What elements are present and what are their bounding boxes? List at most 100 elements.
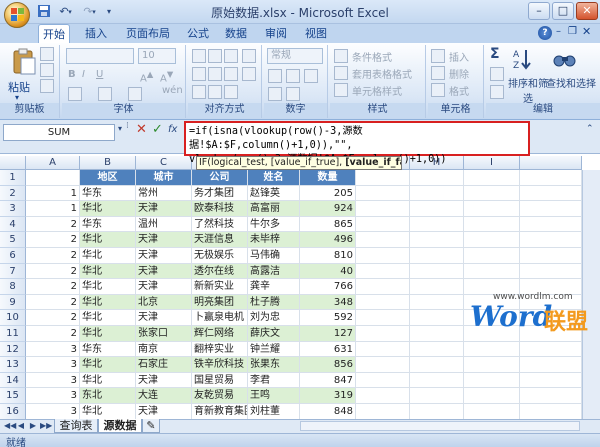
grid-cell[interactable]: 王鸣 [248, 388, 300, 404]
conditional-format-button[interactable]: 条件格式 [352, 49, 392, 64]
grid-cell[interactable]: 温州 [136, 216, 192, 233]
grid-cell[interactable] [356, 357, 410, 373]
grid-cell[interactable] [410, 248, 464, 264]
ribbon-close-icon[interactable]: ✕ [582, 25, 591, 38]
table-header-cell[interactable]: 公司 [192, 170, 248, 186]
grid-cell[interactable]: 40 [300, 263, 356, 280]
tab-data[interactable]: 数据 [222, 24, 250, 43]
grid-cell[interactable]: 未毕梓 [248, 232, 300, 248]
row-header[interactable]: 10 [0, 310, 26, 326]
border-icon[interactable] [68, 87, 82, 101]
grid-cell[interactable]: 2 [26, 248, 80, 264]
redo-dropdown-icon[interactable]: ▾ [90, 4, 98, 20]
grid-cell[interactable] [410, 388, 464, 404]
grid-cell[interactable]: 华北 [80, 201, 136, 217]
font-color-icon[interactable] [128, 87, 142, 101]
row-header[interactable]: 12 [0, 341, 26, 358]
grid-cell[interactable]: 新新实业 [192, 279, 248, 295]
decrease-indent-icon[interactable] [192, 85, 206, 99]
grid-cell[interactable]: 刘为忠 [248, 310, 300, 326]
minimize-button[interactable]: – [528, 2, 550, 20]
grid-cell[interactable]: 华东 [80, 185, 136, 202]
row-header[interactable]: 6 [0, 248, 26, 264]
close-button[interactable]: ✕ [576, 2, 598, 20]
row-header[interactable]: 13 [0, 357, 26, 373]
grid-cell[interactable]: 766 [300, 279, 356, 295]
grid-cell[interactable] [464, 232, 520, 248]
tab-page-layout[interactable]: 页面布局 [122, 24, 174, 43]
grid-cell[interactable]: 李君 [248, 372, 300, 389]
increase-decimal-icon[interactable] [268, 87, 282, 101]
grid-cell[interactable] [464, 357, 520, 373]
grid-cell[interactable]: 南京 [136, 341, 192, 358]
prev-sheet-icon[interactable]: ◀ [16, 420, 26, 431]
insert-cells-button[interactable]: 插入 [449, 49, 469, 64]
grid-cell[interactable] [464, 201, 520, 217]
font-size-select[interactable]: 10 [138, 48, 176, 64]
grid-cell[interactable] [464, 263, 520, 280]
grid-cell[interactable]: 华北 [80, 357, 136, 373]
grid-cell[interactable]: 2 [26, 216, 80, 233]
grid-cell[interactable] [356, 279, 410, 295]
grid-cell[interactable]: 2 [26, 326, 80, 342]
sheet-tab-source[interactable]: 源数据 [98, 419, 142, 433]
grid-cell[interactable]: 国星贸易 [192, 372, 248, 389]
grid-cell[interactable]: 华北 [80, 326, 136, 342]
row-header[interactable]: 4 [0, 216, 26, 233]
grid-cell[interactable]: 钟兰耀 [248, 341, 300, 358]
grid-cell[interactable] [410, 357, 464, 373]
save-icon[interactable] [36, 4, 52, 20]
grid-cell[interactable]: 2 [26, 279, 80, 295]
grid-cell[interactable]: 848 [300, 404, 356, 420]
grid-cell[interactable]: 天津 [136, 232, 192, 248]
select-all-corner[interactable] [0, 156, 26, 170]
grid-cell[interactable]: 翻梓实业 [192, 341, 248, 358]
merge-center-icon[interactable] [242, 67, 256, 81]
formula-input[interactable]: =if(isna(vlookup(row()-3,源数据!$A:$F,colum… [184, 121, 530, 165]
grid-cell[interactable]: 欧泰科技 [192, 201, 248, 217]
row-header[interactable]: 7 [0, 263, 26, 280]
grid-cell[interactable] [520, 357, 582, 373]
grid-cell[interactable] [464, 404, 520, 420]
grid-cell[interactable]: 育新教育集团 [192, 404, 248, 420]
column-header-a[interactable]: A [26, 156, 80, 170]
grid-cell[interactable] [520, 185, 582, 202]
grid-cell[interactable] [410, 341, 464, 358]
font-name-select[interactable] [66, 48, 134, 64]
grid-cell[interactable] [410, 310, 464, 326]
grid-cell[interactable] [520, 341, 582, 358]
phonetic-icon[interactable]: wén [162, 85, 183, 96]
increase-font-icon[interactable]: A▲ [140, 69, 153, 84]
align-right-icon[interactable] [224, 67, 238, 81]
grid-cell[interactable] [464, 341, 520, 358]
grid-cell[interactable] [356, 372, 410, 389]
find-select-label[interactable]: 查找和选择 [546, 75, 596, 90]
grid-cell[interactable]: 杜子腾 [248, 294, 300, 311]
grid-cell[interactable]: 3 [26, 404, 80, 420]
tab-review[interactable]: 审阅 [262, 24, 290, 43]
row-header[interactable]: 8 [0, 279, 26, 295]
grid-cell[interactable] [520, 170, 582, 186]
grid-cell[interactable]: 924 [300, 201, 356, 217]
row-header[interactable]: 2 [0, 185, 26, 202]
grid-cell[interactable]: 865 [300, 216, 356, 233]
align-bottom-icon[interactable] [224, 49, 238, 63]
decrease-font-icon[interactable]: A▼ [160, 69, 173, 84]
grid-cell[interactable]: 东北 [80, 388, 136, 404]
format-cells-button[interactable]: 格式 [449, 83, 469, 98]
ribbon-restore-icon[interactable]: ❐ [568, 26, 577, 37]
grid-cell[interactable] [356, 326, 410, 342]
grid-cell[interactable]: 了然科技 [192, 216, 248, 233]
sort-filter-icon[interactable]: A Z [512, 47, 536, 71]
grid-cell[interactable]: 2 [26, 232, 80, 248]
grid-cell[interactable]: 华北 [80, 248, 136, 264]
grid-cell[interactable] [410, 201, 464, 217]
grid-cell[interactable] [410, 232, 464, 248]
grid-cell[interactable] [464, 216, 520, 233]
tab-formulas[interactable]: 公式 [184, 24, 212, 43]
grid-cell[interactable] [356, 201, 410, 217]
grid-cell[interactable] [410, 170, 464, 186]
grid-cell[interactable] [410, 263, 464, 280]
grid-cell[interactable]: 华北 [80, 310, 136, 326]
horizontal-scrollbar[interactable] [300, 421, 580, 431]
